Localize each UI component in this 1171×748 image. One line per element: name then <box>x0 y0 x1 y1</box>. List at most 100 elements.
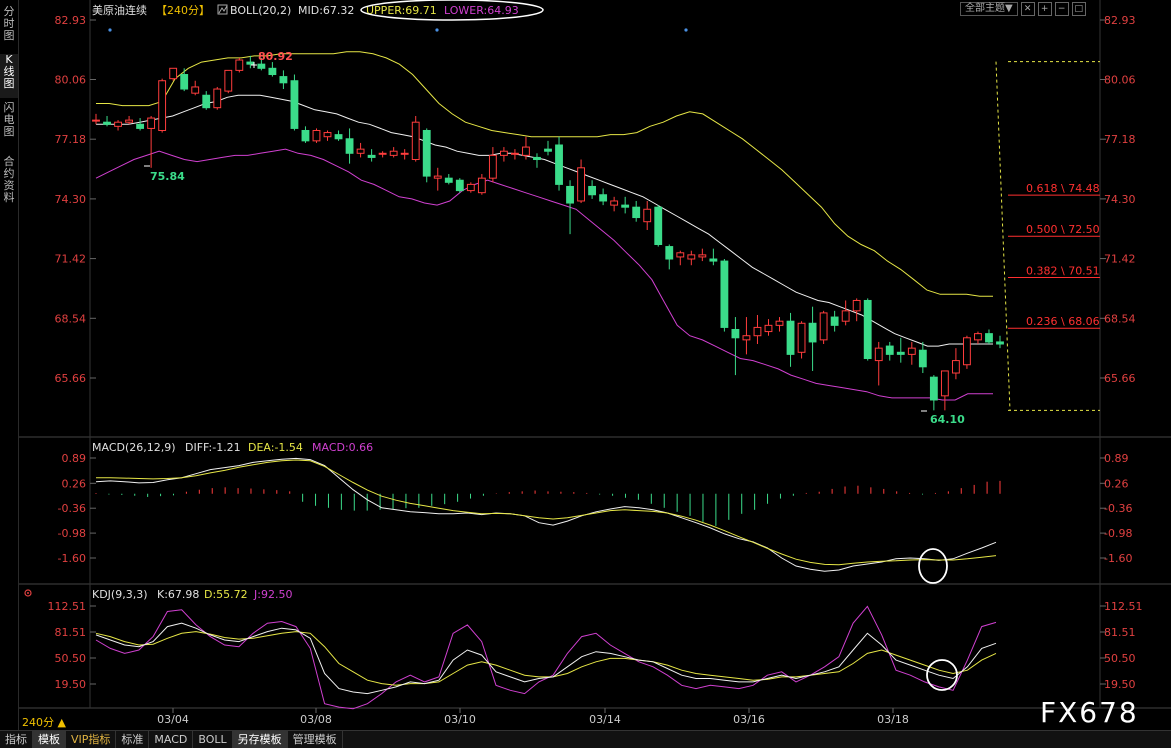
price-left-tick-label: 71.42 <box>55 253 87 266</box>
tab-boll[interactable]: BOLL <box>193 731 233 748</box>
candle-body <box>874 347 883 362</box>
price-right-tick-label: 68.54 <box>1104 312 1136 325</box>
candle-up <box>841 300 850 326</box>
candle-body <box>918 349 927 368</box>
settings-icon[interactable] <box>24 589 32 597</box>
candle-up <box>125 115 133 125</box>
candle-body <box>632 206 641 219</box>
price-right-tick-label: 71.42 <box>1104 253 1136 266</box>
candle-body <box>863 299 872 360</box>
candle-body <box>555 144 563 185</box>
chart-canvas[interactable]: 80.92 75.84 64.10 0.618 \ 74.48 0.500 \ 72.… <box>0 0 1171 747</box>
price-right-tick-label: 77.18 <box>1104 133 1136 146</box>
macd-left-tick-label: -0.36 <box>58 502 86 515</box>
candle-body <box>654 206 663 246</box>
candle-down <box>566 180 574 235</box>
macd-hist-value: MACD:0.66 <box>312 441 373 454</box>
candle-up <box>951 348 960 380</box>
side-tab-bar: 分时图 K线图 闪电图 合约资料 <box>0 0 19 747</box>
candle-up <box>643 200 652 230</box>
candle-body <box>367 154 376 158</box>
candle-down <box>279 70 288 90</box>
candle-up <box>963 335 971 369</box>
candle-body <box>334 134 343 140</box>
period-selector[interactable]: 240分 ▲ <box>22 714 66 730</box>
candle-up <box>433 167 442 191</box>
candle-body <box>444 177 453 183</box>
tab-timeshare[interactable]: 分时图 <box>0 6 18 50</box>
candle-body <box>522 146 530 156</box>
tab-template[interactable]: 模板 <box>33 731 66 748</box>
candle-up <box>698 248 707 262</box>
tab-standard[interactable]: 标准 <box>116 731 150 748</box>
candle-body <box>345 138 354 154</box>
candle-body <box>213 88 222 109</box>
kdj-cross-marker <box>926 659 958 691</box>
candle-down <box>654 205 663 247</box>
candle-body <box>698 254 707 258</box>
kdj-left-tick-label: 81.51 <box>55 626 87 639</box>
tab-contract-info[interactable]: 合约资料 <box>0 156 18 212</box>
crosshair-icon[interactable]: ✕ <box>1020 2 1035 16</box>
candle-body <box>566 185 574 204</box>
fib-level-label: 0.236 \ 68.06 <box>1026 315 1100 328</box>
price-right-tick-label: 82.93 <box>1104 14 1136 27</box>
price-left-tick-label: 80.06 <box>55 73 87 86</box>
macd-right-tick-label: 0.26 <box>1104 477 1129 490</box>
candle-down <box>808 306 817 371</box>
candle-body <box>477 177 486 194</box>
candle-down <box>180 68 189 92</box>
candle-body <box>158 80 167 131</box>
candle-up <box>356 142 365 158</box>
tab-manage-template[interactable]: 管理模板 <box>288 731 343 748</box>
candle-up <box>400 149 409 160</box>
candle-body <box>731 328 740 339</box>
candle-body <box>786 320 795 355</box>
fib-level-label: 0.500 \ 72.50 <box>1026 223 1100 236</box>
candle-down <box>632 200 641 222</box>
extreme-label: 80.92 <box>258 50 293 63</box>
zoom-in-icon[interactable]: + <box>1037 2 1052 16</box>
theme-dropdown[interactable]: 全部主题▼ <box>960 2 1018 16</box>
candle-down <box>136 118 145 131</box>
candle-body <box>224 69 233 92</box>
candle-down <box>885 341 894 361</box>
candle-up <box>488 147 497 183</box>
tab-macd[interactable]: MACD <box>149 731 194 748</box>
tab-save-template[interactable]: 另存模板 <box>232 731 288 748</box>
candle-up <box>477 174 486 195</box>
candle-up <box>191 80 200 96</box>
candle-body <box>830 316 839 326</box>
candle-down <box>830 310 839 332</box>
tab-flash[interactable]: 闪电图 <box>0 102 18 150</box>
fullscreen-icon[interactable]: □ <box>1071 2 1086 16</box>
price-right-tick-label: 74.30 <box>1104 193 1136 206</box>
candle-body <box>742 335 751 341</box>
candle-up <box>974 331 982 345</box>
kdj-left-tick-label: 50.50 <box>55 652 87 665</box>
candle-up <box>499 147 508 162</box>
kdj-title: KDJ(9,3,3) <box>92 588 148 601</box>
candle-up <box>676 250 685 266</box>
tab-indicator[interactable]: 指标 <box>0 731 33 748</box>
tab-vip-indicator[interactable]: VIP指标 <box>66 731 117 748</box>
candle-body <box>301 129 310 142</box>
candle-body <box>103 121 111 125</box>
candle-body <box>92 119 100 122</box>
candle-body <box>235 59 244 71</box>
candle-body <box>246 61 255 65</box>
tab-kline[interactable]: K线图 <box>0 54 18 98</box>
candle-up <box>378 151 387 158</box>
zoom-out-icon[interactable]: − <box>1054 2 1069 16</box>
candle-body <box>499 150 508 156</box>
candle-up <box>158 78 167 133</box>
fib-level-label: 0.618 \ 74.48 <box>1026 182 1100 195</box>
top-controls: 全部主题▼ ✕ + − □ <box>960 2 1086 16</box>
candle-up <box>907 341 916 365</box>
candle-up <box>940 370 949 411</box>
candle-body <box>588 185 597 196</box>
macd-dea-value: DEA:-1.54 <box>248 441 303 454</box>
candle-body <box>819 312 828 341</box>
macd-left-tick-label: 0.26 <box>62 477 87 490</box>
candle-down <box>985 329 993 345</box>
